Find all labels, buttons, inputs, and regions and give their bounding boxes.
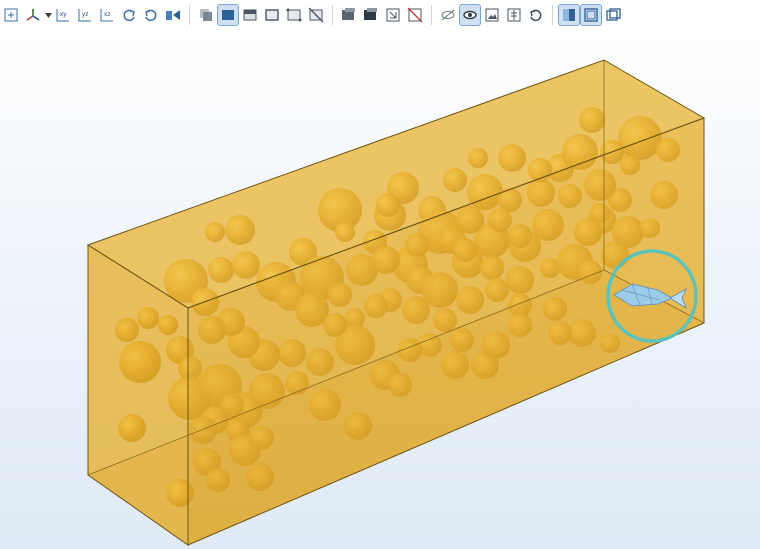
rotate-ccw-button[interactable] [140,4,162,26]
clear-selection-icon [308,7,324,23]
view-xy-icon: xy [56,9,69,22]
zoom-box-button[interactable] [338,4,360,26]
view-xz-label: xz [104,11,111,18]
render-options-icon [606,8,621,21]
reset-view-icon [530,9,542,22]
select-edges-button[interactable] [261,4,283,26]
select-domains-icon [222,10,234,20]
rotate-cw-button[interactable] [118,4,140,26]
hide-objects-button[interactable] [437,4,459,26]
select-edges-icon [265,9,279,21]
zoom-box-icon [342,8,355,20]
select-domains-button[interactable] [217,4,239,26]
scene-light-icon [584,8,598,22]
zoom-selected-icon [364,8,377,20]
select-points-icon [286,8,302,22]
wireframe-render-icon [563,9,575,21]
toolbar-separator [189,5,190,25]
wireframe-render-button[interactable] [558,4,580,26]
zoom-reset-button[interactable] [404,4,426,26]
select-boundaries-button[interactable] [239,4,261,26]
zoom-selected-button[interactable] [360,4,382,26]
toolbar-separator [431,5,432,25]
zoom-in-region-icon [386,8,400,22]
hide-eye-icon [441,9,455,21]
select-points-button[interactable] [283,4,305,26]
graphics-toolbar: xy yz xz [0,0,760,30]
axis-orientation-icon [26,9,40,21]
zoom-in-region-button[interactable] [382,4,404,26]
graphics-viewport[interactable] [0,30,760,549]
rotate-clockwise-icon [123,9,135,22]
view-yz-icon: yz [78,9,91,22]
show-view-button[interactable] [459,4,481,26]
select-objects-icon [200,9,212,21]
toolbar-separator [552,5,553,25]
select-objects-button[interactable] [195,4,217,26]
reset-view-button[interactable] [525,4,547,26]
zoom-extents-button[interactable] [0,4,22,26]
eye-view-icon [463,10,477,20]
view-yz-button[interactable]: yz [74,4,96,26]
comsol-graphics-window: xy yz xz [0,0,760,549]
view-xz-button[interactable]: xz [96,4,118,26]
toolbar-separator [332,5,333,25]
view-xy-button[interactable]: xy [52,4,74,26]
camera-view-button[interactable] [162,4,184,26]
zoom-extents-icon [4,8,18,22]
select-boundaries-icon [243,9,257,21]
clear-selection-button[interactable] [305,4,327,26]
zoom-reset-icon [407,7,423,23]
view-xz-icon: xz [100,9,113,22]
image-snapshot-icon [485,8,499,22]
geometry-scene [86,59,706,546]
view-xy-label: xy [60,11,67,18]
image-snapshot-button[interactable] [481,4,503,26]
axis-orientation-button[interactable] [22,4,44,26]
camera-view-icon [166,10,180,20]
transparency-button[interactable] [503,4,525,26]
chevron-down-icon[interactable] [44,4,52,26]
render-options-button[interactable] [602,4,624,26]
scene-light-button[interactable] [580,4,602,26]
rotate-counterclockwise-icon [145,9,157,22]
view-yz-label: yz [82,11,89,18]
transparency-icon [507,8,521,22]
